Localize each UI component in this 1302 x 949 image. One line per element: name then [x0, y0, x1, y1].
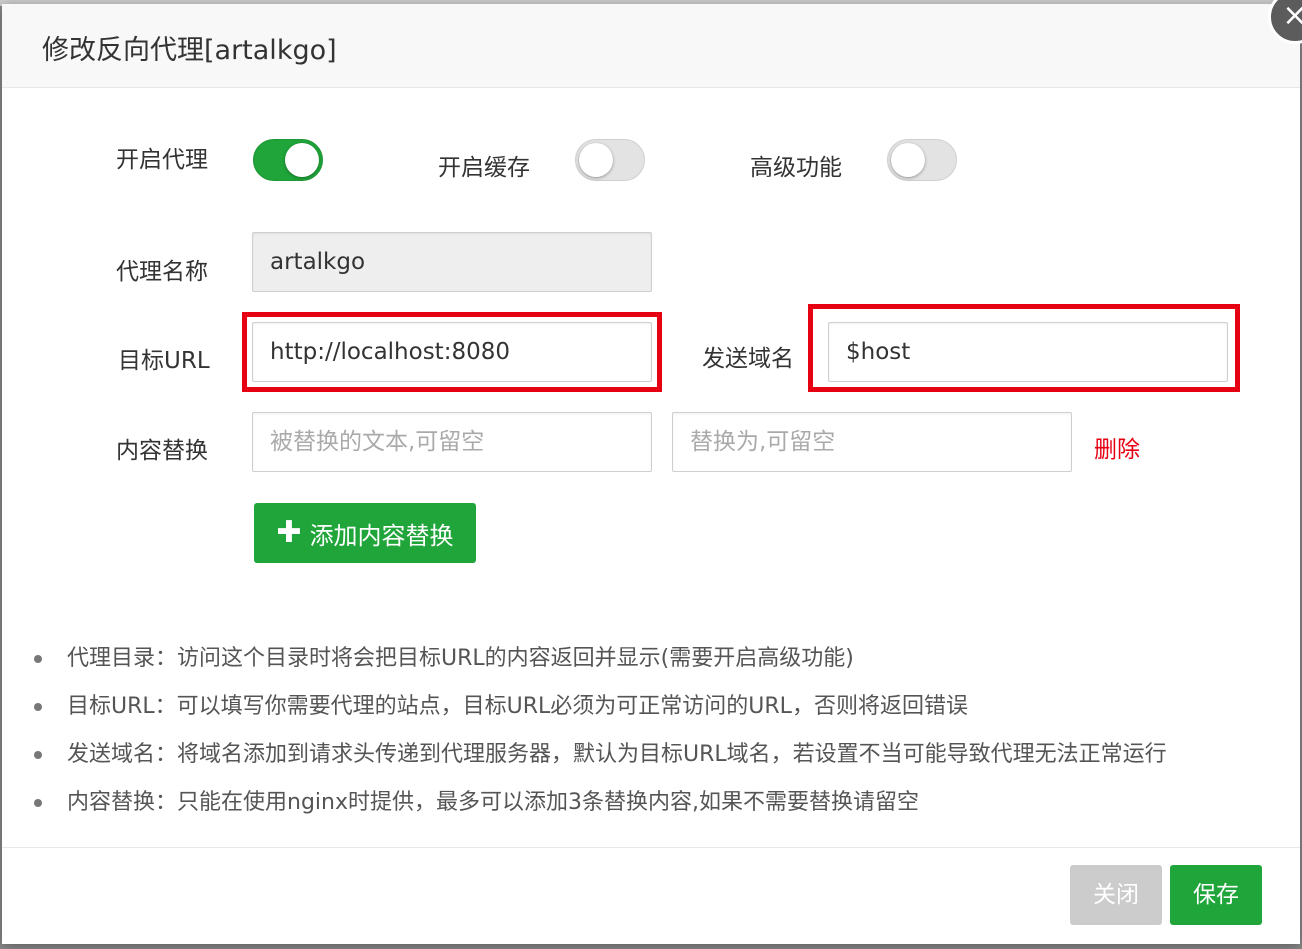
replace-from-field[interactable]: [252, 412, 652, 472]
send-domain-label: 发送域名: [702, 346, 794, 372]
delete-replace-link[interactable]: 删除: [1094, 430, 1140, 464]
replace-to-input[interactable]: [690, 413, 1054, 471]
edit-reverse-proxy-dialog: 修改反向代理[artalkgo] × 开启代理 开启缓存 高级功能 代理名称 a…: [2, 0, 1302, 944]
advanced-features-label: 高级功能: [750, 155, 842, 181]
toggle-knob: [891, 143, 925, 177]
target-url-field[interactable]: [252, 322, 652, 382]
proxy-name-label: 代理名称: [116, 259, 208, 285]
add-content-replace-button[interactable]: ✚ 添加内容替换: [254, 503, 476, 563]
dialog-title: 修改反向代理[artalkgo]: [42, 35, 337, 66]
help-notes-list: 代理目录：访问这个目录时将会把目标URL的内容返回并显示(需要开启高级功能) 目…: [34, 642, 1284, 834]
toggle-knob: [579, 143, 613, 177]
save-button[interactable]: 保存: [1170, 865, 1262, 925]
close-button[interactable]: 关闭: [1070, 865, 1162, 925]
enable-proxy-label: 开启代理: [116, 147, 208, 173]
send-domain-input[interactable]: [846, 323, 1210, 381]
add-content-replace-label: 添加内容替换: [309, 521, 454, 550]
list-item: 目标URL：可以填写你需要代理的站点，目标URL必须为可正常访问的URL，否则将…: [34, 690, 1284, 738]
toggle-knob: [285, 143, 319, 177]
replace-from-input[interactable]: [270, 413, 634, 471]
enable-cache-label: 开启缓存: [438, 155, 530, 181]
list-item: 发送域名：将域名添加到请求头传递到代理服务器，默认为目标URL域名，若设置不当可…: [34, 738, 1284, 786]
enable-proxy-toggle[interactable]: [253, 139, 323, 181]
target-url-label: 目标URL: [118, 348, 210, 374]
plus-icon: ✚: [276, 515, 302, 550]
list-item: 代理目录：访问这个目录时将会把目标URL的内容返回并显示(需要开启高级功能): [34, 642, 1284, 690]
target-url-input[interactable]: [270, 323, 634, 381]
replace-to-field[interactable]: [672, 412, 1072, 472]
dialog-header: 修改反向代理[artalkgo]: [2, 4, 1300, 88]
enable-cache-toggle[interactable]: [575, 139, 645, 181]
send-domain-field[interactable]: [828, 322, 1228, 382]
content-replace-label: 内容替换: [116, 438, 208, 464]
dialog-footer: 关闭 保存: [2, 847, 1300, 944]
proxy-name-field: artalkgo: [252, 232, 652, 292]
list-item: 内容替换：只能在使用nginx时提供，最多可以添加3条替换内容,如果不需要替换请…: [34, 786, 1284, 834]
advanced-features-toggle[interactable]: [887, 139, 957, 181]
